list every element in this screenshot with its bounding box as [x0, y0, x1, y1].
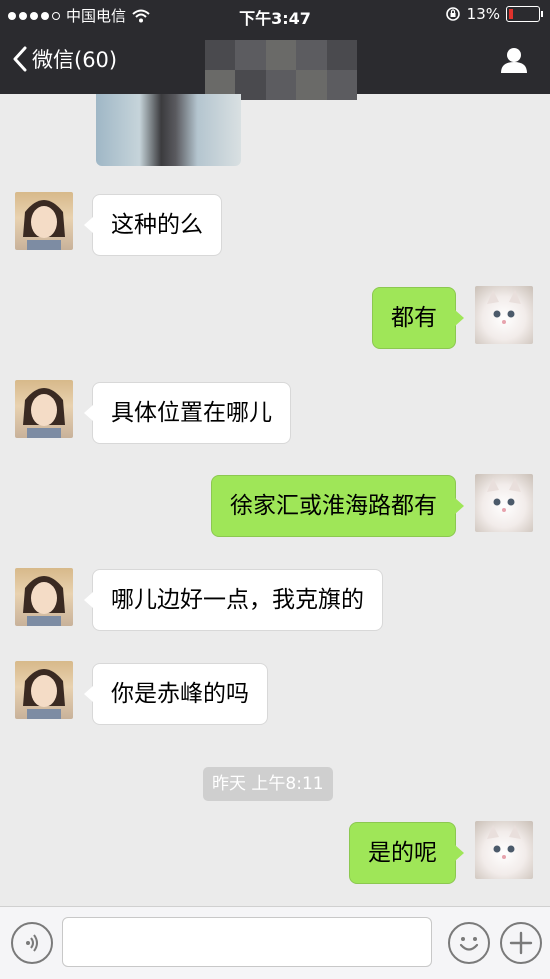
- message-bubble-incoming[interactable]: 这种的么: [84, 194, 222, 256]
- back-label: 微信(60): [32, 48, 118, 72]
- girl-avatar-icon: [23, 388, 65, 438]
- avatar[interactable]: [475, 474, 533, 532]
- avatar[interactable]: [15, 568, 73, 626]
- cat-avatar-icon: [487, 478, 521, 512]
- battery-icon: [506, 6, 543, 22]
- message-input[interactable]: [62, 917, 432, 967]
- message-bubble-outgoing[interactable]: 是的呢: [349, 822, 464, 884]
- back-button[interactable]: 微信(60): [12, 44, 117, 74]
- rotation-lock-icon: [445, 7, 460, 21]
- girl-avatar-icon: [23, 200, 65, 250]
- message-bubble-incoming[interactable]: 你是赤峰的吗: [84, 663, 268, 725]
- message-bubble-incoming[interactable]: 具体位置在哪儿: [84, 382, 291, 444]
- plus-icon: [509, 931, 533, 955]
- emoji-icon: [459, 937, 479, 951]
- message-bubble-outgoing[interactable]: 徐家汇或淮海路都有: [211, 475, 464, 537]
- avatar[interactable]: [15, 192, 73, 250]
- input-bar: [0, 906, 550, 979]
- emoji-button[interactable]: [448, 922, 490, 964]
- message-timestamp: 昨天 上午8:11: [203, 767, 333, 801]
- message-bubble-outgoing[interactable]: 都有: [372, 287, 464, 349]
- chevron-left-icon: [13, 46, 27, 72]
- avatar[interactable]: [15, 380, 73, 438]
- girl-avatar-icon: [23, 669, 65, 719]
- voice-icon: [26, 934, 38, 952]
- cat-avatar-icon: [487, 290, 521, 324]
- avatar[interactable]: [15, 661, 73, 719]
- status-right: 13%: [445, 5, 543, 23]
- girl-avatar-icon: [23, 576, 65, 626]
- plus-button[interactable]: [500, 922, 542, 964]
- nav-bar: 微信(60): [0, 30, 550, 100]
- contact-info-button[interactable]: [500, 46, 528, 78]
- chat-title-pixelated: [205, 40, 357, 100]
- battery-percent: 13%: [466, 5, 500, 23]
- message-bubble-incoming[interactable]: 哪儿边好一点，我克旗的: [84, 569, 383, 631]
- image-message[interactable]: [96, 94, 241, 166]
- status-bar: 中国电信 下午3:47 13%: [0, 0, 550, 30]
- cat-avatar-icon: [487, 825, 521, 859]
- voice-button[interactable]: [11, 922, 53, 964]
- person-icon: [501, 48, 527, 73]
- avatar[interactable]: [475, 821, 533, 879]
- avatar[interactable]: [475, 286, 533, 344]
- chat-area[interactable]: 这种的么 都有 具体位置在哪儿 徐家汇或淮海路都有 哪儿边好一点，我克旗的 你是…: [0, 94, 550, 906]
